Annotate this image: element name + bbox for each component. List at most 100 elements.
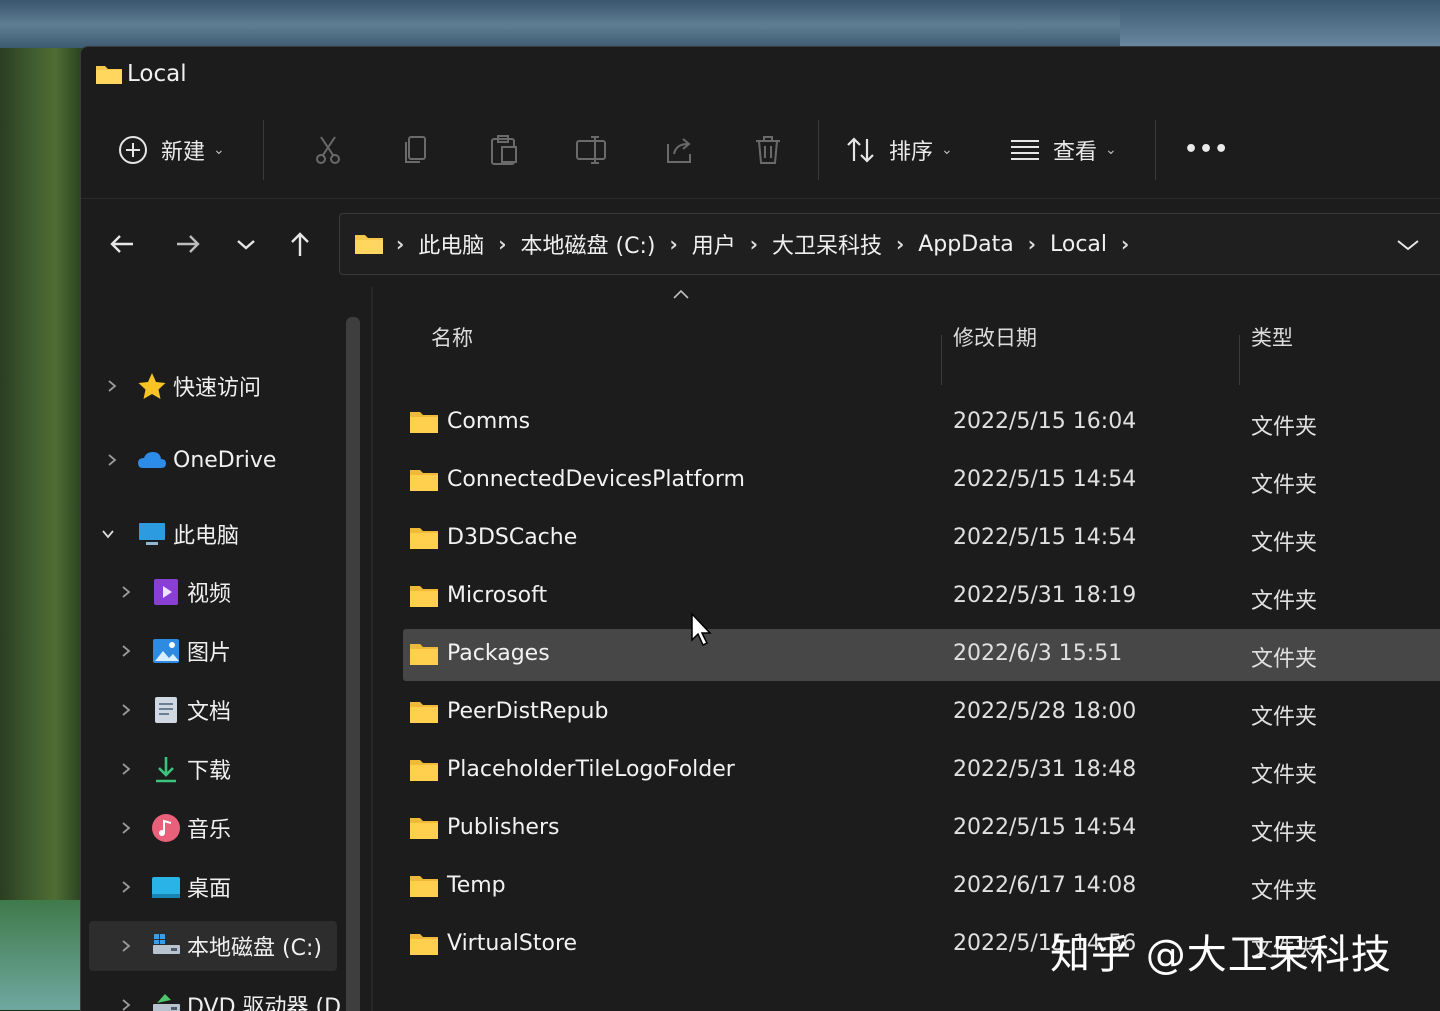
- cut-button[interactable]: [284, 134, 372, 166]
- sidebar-item-downloads[interactable]: 下载: [81, 744, 341, 794]
- column-divider[interactable]: [1239, 335, 1240, 385]
- pane-divider[interactable]: [371, 287, 373, 1011]
- paste-button[interactable]: [460, 134, 548, 166]
- up-arrow-icon[interactable]: [283, 227, 317, 261]
- chevron-right-icon[interactable]: [119, 644, 133, 658]
- file-row[interactable]: Publishers 2022/5/15 14:54 文件夹: [403, 803, 1440, 855]
- breadcrumb-user[interactable]: 大卫呆科技: [772, 228, 882, 260]
- toolbar-separator: [1155, 119, 1156, 180]
- chevron-right-icon[interactable]: [119, 821, 133, 835]
- sidebar-label: 图片: [187, 641, 232, 666]
- file-name: VirtualStore: [447, 931, 578, 956]
- chevron-right-icon[interactable]: [105, 379, 119, 393]
- chevron-right-icon[interactable]: [119, 998, 133, 1011]
- chevron-right-icon[interactable]: [119, 880, 133, 894]
- breadcrumb-separator[interactable]: ›: [498, 232, 506, 256]
- sidebar-label: 桌面: [187, 877, 232, 902]
- new-label: 新建: [161, 139, 206, 165]
- file-row[interactable]: Comms 2022/5/15 16:04 文件夹: [403, 397, 1440, 449]
- chevron-right-icon[interactable]: [119, 939, 133, 953]
- forward-arrow-icon[interactable]: [171, 227, 205, 261]
- sidebar-label: 快速访问: [173, 376, 262, 401]
- breadcrumb-separator[interactable]: ›: [669, 232, 677, 256]
- breadcrumb-local[interactable]: Local: [1050, 232, 1107, 257]
- breadcrumb-separator[interactable]: ›: [1121, 232, 1129, 256]
- chevron-down-icon: ⌄: [941, 141, 953, 158]
- pictures-icon: [153, 639, 179, 663]
- navigation-bar: › 此电脑 › 本地磁盘 (C:) › 用户 › 大卫呆科技 › AppData…: [81, 199, 1440, 287]
- folder-icon: [410, 528, 438, 549]
- window-title: Local: [127, 61, 187, 87]
- sidebar-item-pictures[interactable]: 图片: [81, 626, 341, 676]
- file-row[interactable]: ConnectedDevicesPlatform 2022/5/15 14:54 文…: [403, 455, 1440, 507]
- sidebar-item-videos[interactable]: 视频: [81, 567, 341, 617]
- chevron-right-icon[interactable]: [119, 585, 133, 599]
- breadcrumb-separator[interactable]: ›: [896, 232, 904, 256]
- chevron-down-icon[interactable]: [101, 527, 115, 541]
- copy-icon: [405, 135, 426, 163]
- file-row[interactable]: Packages 2022/6/3 15:51 文件夹: [403, 629, 1440, 681]
- sidebar-label: 视频: [187, 582, 232, 607]
- file-row[interactable]: D3DSCache 2022/5/15 14:54 文件夹: [403, 513, 1440, 565]
- sidebar-item-dvd-drive[interactable]: DVD 驱动器 (D: [81, 980, 341, 1011]
- breadcrumb-this-pc[interactable]: 此电脑: [418, 228, 484, 260]
- music-icon: [152, 814, 180, 842]
- breadcrumb-appdata[interactable]: AppData: [918, 232, 1014, 257]
- back-arrow-icon[interactable]: [105, 227, 139, 261]
- column-header-type[interactable]: 类型: [1251, 307, 1293, 367]
- copy-button[interactable]: [372, 134, 460, 166]
- breadcrumb-users[interactable]: 用户: [692, 228, 736, 260]
- sidebar-item-this-pc[interactable]: 此电脑: [81, 509, 341, 559]
- file-type: 文件夹: [1251, 879, 1318, 904]
- column-divider[interactable]: [941, 335, 942, 385]
- rename-button[interactable]: [548, 134, 636, 166]
- file-modified-date: 2022/5/15 14:54: [953, 467, 1137, 492]
- pc-icon: [139, 523, 165, 545]
- file-modified-date: 2022/5/15 16:04: [953, 409, 1137, 434]
- sidebar-item-desktop[interactable]: 桌面: [81, 862, 341, 912]
- file-row[interactable]: Temp 2022/6/17 14:08 文件夹: [403, 861, 1440, 913]
- new-button[interactable]: 新建 ⌄: [117, 134, 237, 166]
- address-bar[interactable]: › 此电脑 › 本地磁盘 (C:) › 用户 › 大卫呆科技 › AppData…: [339, 213, 1440, 275]
- share-button[interactable]: [636, 134, 724, 166]
- breadcrumb-separator[interactable]: ›: [1028, 232, 1036, 256]
- sidebar-item-documents[interactable]: 文档: [81, 685, 341, 735]
- file-row[interactable]: Microsoft 2022/5/31 18:19 文件夹: [403, 571, 1440, 623]
- breadcrumb-separator[interactable]: ›: [750, 232, 758, 256]
- title-bar[interactable]: Local: [81, 47, 1440, 101]
- chevron-right-icon[interactable]: [119, 703, 133, 717]
- chevron-right-icon[interactable]: [105, 453, 119, 467]
- download-icon: [156, 757, 176, 783]
- file-type: 文件夹: [1251, 821, 1318, 846]
- sidebar-label: DVD 驱动器 (D: [187, 995, 342, 1011]
- view-button[interactable]: 查看 ⌄: [1009, 134, 1149, 166]
- sidebar-scrollbar[interactable]: [346, 317, 360, 1011]
- delete-button[interactable]: [724, 134, 812, 166]
- sidebar-label: 音乐: [187, 818, 232, 843]
- chevron-right-icon[interactable]: [119, 762, 133, 776]
- file-modified-date: 2022/5/31 18:48: [953, 757, 1137, 782]
- column-header-modified[interactable]: 修改日期: [953, 307, 1037, 367]
- sidebar-item-music[interactable]: 音乐: [81, 803, 341, 853]
- sidebar-item-local-disk-c[interactable]: 本地磁盘 (C:): [89, 921, 337, 971]
- sort-label: 排序: [889, 139, 934, 165]
- file-name: Comms: [447, 409, 531, 434]
- sidebar-item-quick-access[interactable]: 快速访问: [81, 361, 341, 411]
- recent-locations-chevron-icon[interactable]: [229, 227, 263, 261]
- breadcrumb-local-disk[interactable]: 本地磁盘 (C:): [521, 228, 656, 260]
- more-options-button[interactable]: •••: [1184, 137, 1229, 162]
- file-type: 文件夹: [1251, 531, 1318, 556]
- star-icon: [138, 373, 166, 399]
- file-row[interactable]: PlaceholderTileLogoFolder 2022/5/31 18:48…: [403, 745, 1440, 797]
- folder-icon: [410, 818, 438, 839]
- sort-button[interactable]: 排序 ⌄: [845, 134, 985, 166]
- folder-icon: [410, 644, 438, 665]
- address-history-chevron-icon[interactable]: [1395, 234, 1421, 256]
- file-row[interactable]: PeerDistRepub 2022/5/28 18:00 文件夹: [403, 687, 1440, 739]
- file-modified-date: 2022/5/15 14:54: [953, 525, 1137, 550]
- sidebar-item-onedrive[interactable]: OneDrive: [81, 435, 341, 485]
- column-header-name[interactable]: 名称: [431, 307, 473, 367]
- sidebar-label: 下载: [187, 759, 232, 784]
- column-header-modified-label: 修改日期: [953, 326, 1037, 350]
- share-icon: [667, 137, 691, 163]
